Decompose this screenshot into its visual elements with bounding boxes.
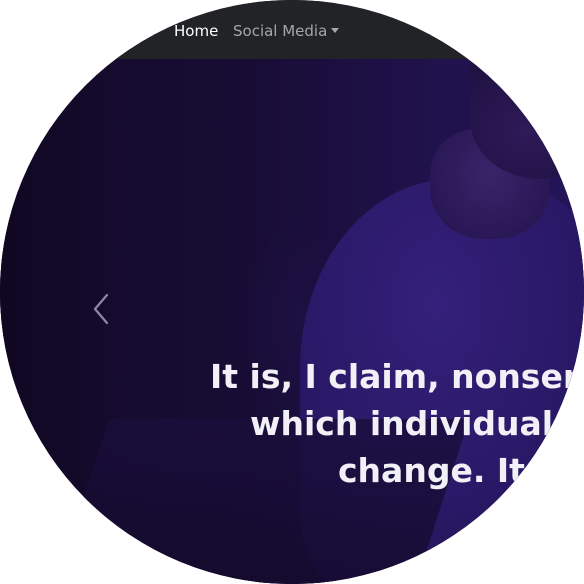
nav-home-link[interactable]: Home (174, 22, 218, 40)
nav-social-media-dropdown[interactable]: Social Media (233, 22, 327, 40)
page-viewport: Home Social Media It is, I claim, nonsen… (0, 0, 584, 584)
caret-down-icon[interactable] (331, 28, 339, 33)
caption-text-1: It is, I claim, nonsens (210, 357, 584, 396)
caption-text-2: which individual (250, 404, 554, 443)
caption-text-3: change. It i (338, 451, 548, 490)
chevron-left-icon (93, 293, 109, 325)
top-navbar: Home Social Media (0, 0, 584, 59)
carousel-prev-button[interactable] (88, 292, 114, 326)
